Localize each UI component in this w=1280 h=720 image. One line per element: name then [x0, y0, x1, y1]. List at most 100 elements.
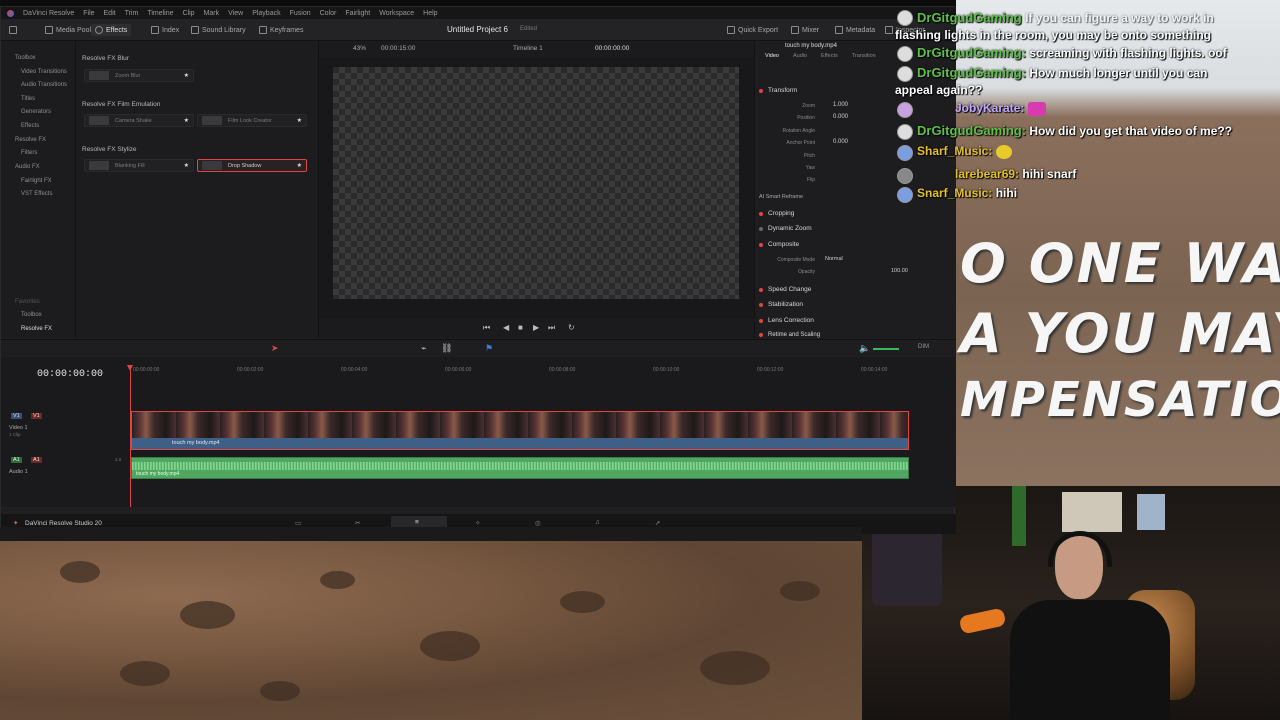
tab-video[interactable]: Video	[765, 53, 779, 59]
media-page-icon[interactable]: ▭	[295, 519, 301, 527]
viewer-zoom[interactable]: 43%	[353, 45, 366, 52]
menu-clip[interactable]: Clip	[183, 10, 195, 17]
tab-effects[interactable]: Effects	[821, 53, 838, 59]
timeline-selector[interactable]: Timeline 1	[513, 45, 543, 52]
fx-blanking-fill[interactable]: Blanking Fill ★	[84, 159, 194, 172]
menu-view[interactable]: View	[228, 10, 243, 17]
section-speed-change[interactable]: Speed Change	[759, 286, 811, 293]
zoom-value[interactable]: 1.000	[833, 102, 848, 108]
fx-zoom-blur[interactable]: Zoom Blur ★	[84, 69, 194, 82]
selection-tool-icon[interactable]: ➤	[271, 343, 279, 354]
tree-item[interactable]: Resolve FX	[15, 137, 46, 143]
volume-slider[interactable]	[873, 348, 899, 350]
tree-item[interactable]: Audio FX	[15, 164, 40, 170]
jump-end-icon[interactable]: ⏭	[548, 323, 555, 333]
tab-audio[interactable]: Audio	[793, 53, 807, 59]
tree-item[interactable]: Filters	[21, 150, 37, 156]
tree-item[interactable]: Audio Transitions	[21, 82, 67, 88]
menu-workspace[interactable]: Workspace	[379, 10, 414, 17]
cut-page-icon[interactable]: ✂	[355, 519, 360, 527]
section-lens-correction[interactable]: Lens Correction	[759, 317, 814, 324]
menu-playback[interactable]: Playback	[252, 10, 280, 17]
menu-help[interactable]: Help	[423, 10, 437, 17]
fx-camera-shake[interactable]: Camera Shake ★	[84, 114, 194, 127]
tab-transition[interactable]: Transition	[852, 53, 876, 59]
quick-export-button[interactable]: Quick Export	[723, 24, 782, 36]
play-icon[interactable]: ▶	[533, 323, 539, 332]
fusion-page-icon[interactable]: ✧	[475, 519, 480, 527]
panel-toggle-button[interactable]	[5, 24, 21, 36]
track-id[interactable]: A1	[31, 457, 42, 463]
anchor-value[interactable]: 0.000	[833, 139, 848, 145]
loop-icon[interactable]: ↻	[568, 323, 575, 332]
tree-item[interactable]: Fairlight FX	[21, 178, 52, 184]
section-ai-smart-reframe[interactable]: AI Smart Reframe	[759, 194, 803, 200]
menu-trim[interactable]: Trim	[125, 10, 139, 17]
keyframes-button[interactable]: Keyframes	[255, 24, 307, 36]
enable-dot-icon[interactable]	[759, 242, 763, 247]
enable-dot-icon[interactable]	[759, 226, 763, 231]
playhead[interactable]	[127, 365, 133, 507]
tree-item[interactable]: Favorites	[15, 299, 40, 305]
opacity-value[interactable]: 100.00	[891, 268, 908, 274]
section-cropping[interactable]: Cropping	[759, 210, 794, 217]
volume-icon[interactable]: 🔈	[859, 343, 870, 354]
favorite-star-icon[interactable]: ★	[184, 162, 189, 169]
section-retime-scaling[interactable]: Retime and Scaling	[759, 332, 820, 338]
play-reverse-icon[interactable]: ◀	[503, 323, 509, 332]
jump-start-icon[interactable]: ⏮	[483, 323, 490, 333]
menu-edit[interactable]: Edit	[104, 10, 116, 17]
favorite-star-icon[interactable]: ★	[297, 162, 302, 169]
favorite-star-icon[interactable]: ★	[184, 117, 189, 124]
enable-dot-icon[interactable]	[759, 333, 763, 337]
snap-icon[interactable]: ⌁	[421, 343, 426, 354]
tree-item[interactable]: Generators	[21, 109, 51, 115]
tree-item[interactable]: Video Transitions	[21, 69, 67, 75]
index-button[interactable]: Index	[147, 24, 183, 36]
metadata-button[interactable]: Metadata	[831, 24, 879, 36]
enable-dot-icon[interactable]	[759, 287, 763, 292]
fx-drop-shadow[interactable]: Drop Shadow ★	[197, 159, 307, 172]
position-value[interactable]: 0.000	[833, 114, 848, 120]
menu-fusion[interactable]: Fusion	[290, 10, 311, 17]
menu-fairlight[interactable]: Fairlight	[345, 10, 370, 17]
menu-app[interactable]: DaVinci Resolve	[23, 10, 74, 17]
menu-file[interactable]: File	[83, 10, 94, 17]
tree-item[interactable]: Toolbox	[15, 55, 36, 61]
menu-timeline[interactable]: Timeline	[147, 10, 173, 17]
favorite-star-icon[interactable]: ★	[297, 117, 302, 124]
tree-item[interactable]: VST Effects	[21, 191, 52, 197]
timeline-ruler[interactable]: 00:00:00:00 00:00:02:00 00:00:04:00 00:0…	[129, 365, 929, 379]
track-id[interactable]: V1	[31, 413, 42, 419]
fairlight-page-icon[interactable]: ♫	[595, 519, 600, 526]
tree-item[interactable]: Resolve FX	[21, 326, 52, 332]
effects-button[interactable]: Effects	[91, 24, 132, 36]
flag-icon[interactable]: ⚑	[485, 343, 493, 354]
media-pool-button[interactable]: Media Pool	[41, 24, 95, 36]
section-dynamic-zoom[interactable]: Dynamic Zoom	[759, 225, 812, 232]
tree-item[interactable]: Titles	[21, 96, 35, 102]
enable-dot-icon[interactable]	[759, 88, 763, 93]
sound-library-button[interactable]: Sound Library	[187, 24, 250, 36]
mixer-button[interactable]: Mixer	[787, 24, 823, 36]
enable-dot-icon[interactable]	[759, 302, 763, 307]
composite-mode-select[interactable]: Normal	[825, 256, 843, 262]
enable-dot-icon[interactable]	[759, 211, 763, 216]
stop-icon[interactable]: ■	[518, 323, 523, 332]
section-composite[interactable]: Composite	[759, 241, 799, 248]
fx-film-look-creator[interactable]: Film Look Creator ★	[197, 114, 307, 127]
favorite-star-icon[interactable]: ★	[184, 72, 189, 79]
section-transform[interactable]: Transform	[759, 87, 797, 94]
audio-clip[interactable]: touch my body.mp4	[131, 457, 909, 479]
enable-dot-icon[interactable]	[759, 318, 763, 323]
section-stabilization[interactable]: Stabilization	[759, 301, 803, 308]
dim-button[interactable]: DIM	[918, 344, 929, 350]
menu-color[interactable]: Color	[320, 10, 337, 17]
tree-item[interactable]: Effects	[21, 123, 39, 129]
menu-mark[interactable]: Mark	[204, 10, 220, 17]
link-icon[interactable]: ⛓	[441, 343, 452, 354]
color-page-icon[interactable]: ◎	[535, 519, 541, 527]
tree-item[interactable]: Toolbox	[21, 312, 42, 318]
viewer-canvas-transparent[interactable]	[333, 67, 739, 299]
deliver-page-icon[interactable]: ➚	[655, 519, 660, 527]
